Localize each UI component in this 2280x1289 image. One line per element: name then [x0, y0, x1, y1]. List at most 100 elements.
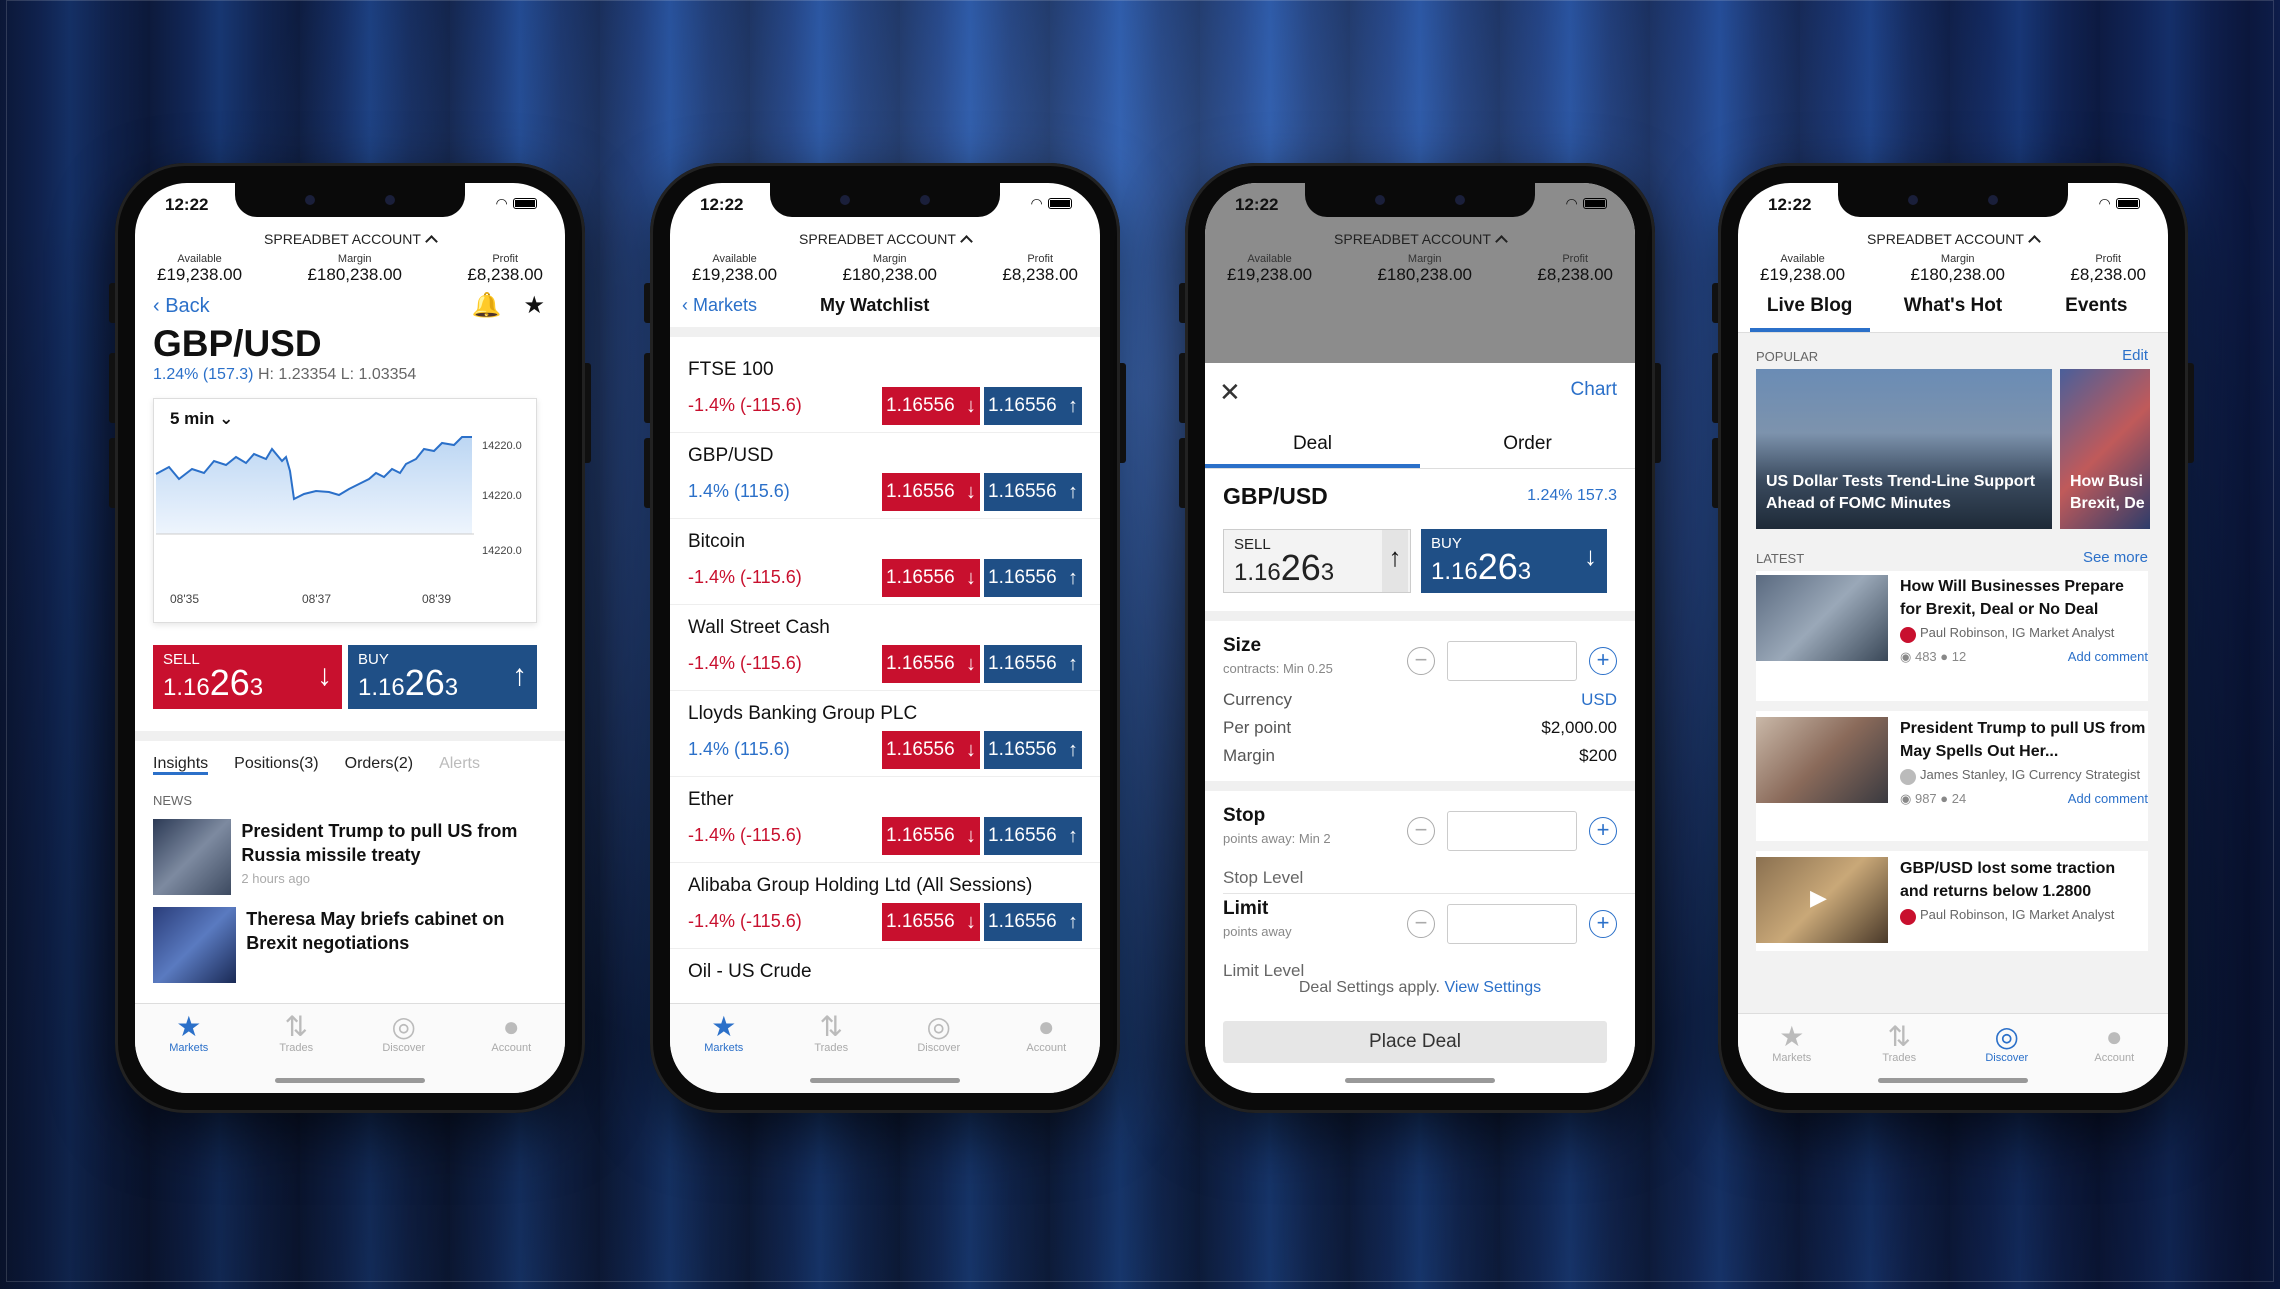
size-input[interactable]	[1447, 641, 1577, 681]
account-stats: Available £19,238.00 Margin £180,238.00 Pr…	[1738, 253, 2168, 285]
see-more-link[interactable]: See more	[2083, 549, 2148, 566]
sell-button[interactable]: SELL 1.16263 ↑	[1223, 529, 1411, 593]
watchlist-row[interactable]: Wall Street Cash -1.4% (-115.6) 1.16556 ↓ 1.…	[670, 605, 1100, 691]
bell-icon[interactable]: 🔔	[472, 291, 502, 320]
minus-icon[interactable]: −	[1407, 910, 1435, 938]
user-icon: ●	[2105, 1021, 2123, 1052]
phone-watchlist: 12:22 ◠ SPREADBET ACCOUNT Available £19,2…	[644, 163, 1126, 1113]
watchlist-row[interactable]: GBP/USD 1.4% (115.6) 1.16556 ↓ 1.16556 ↑	[670, 433, 1100, 519]
buy-button[interactable]: BUY 1.16263 ↑	[348, 645, 537, 709]
segment-deal[interactable]: Deal	[1205, 419, 1420, 468]
popular-carousel[interactable]: US Dollar Tests Trend-Line Support Ahead…	[1756, 369, 2150, 529]
tab-insights[interactable]: Insights	[153, 755, 209, 775]
buy-price-button[interactable]: 1.16556 ↑	[984, 645, 1082, 683]
home-indicator	[1878, 1078, 2028, 1083]
buy-price-button[interactable]: 1.16556 ↑	[984, 387, 1082, 425]
latest-item[interactable]: How Will Businesses Prepare for Brexit, …	[1756, 571, 2148, 701]
card-title: US Dollar Tests Trend-Line Support Ahead…	[1766, 473, 2036, 512]
close-icon[interactable]: ✕	[1219, 377, 1241, 408]
sell-price-button[interactable]: 1.16556 ↓	[882, 559, 980, 597]
edit-link[interactable]: Edit	[2122, 347, 2148, 364]
market-name: GBP/USD	[1223, 483, 1328, 509]
buy-price-button[interactable]: 1.16556 ↑	[984, 903, 1082, 941]
currency-value[interactable]: USD	[1581, 690, 1617, 710]
buy-price-button[interactable]: 1.16556 ↑	[984, 473, 1082, 511]
tab-account[interactable]: ● Account	[471, 1012, 551, 1093]
account-selector[interactable]: SPREADBET ACCOUNT	[1205, 231, 1635, 248]
sell-price-button[interactable]: 1.16556 ↓	[882, 903, 980, 941]
tab-markets[interactable]: ★ Markets	[149, 1012, 229, 1093]
latest-item[interactable]: ▶ GBP/USD lost some traction and returns…	[1756, 851, 2148, 951]
watchlist-row[interactable]: Bitcoin -1.4% (-115.6) 1.16556 ↓ 1.16556 ↑	[670, 519, 1100, 605]
tab-alerts[interactable]: Alerts	[439, 755, 480, 775]
account-selector[interactable]: SPREADBET ACCOUNT	[670, 231, 1100, 248]
add-comment-link[interactable]: Add comment	[2068, 649, 2148, 665]
buy-price-button[interactable]: 1.16556 ↑	[984, 817, 1082, 855]
discover-content: POPULAR Edit US Dollar Tests Trend-Line …	[1738, 333, 2168, 1033]
tab-account[interactable]: ● Account	[1006, 1012, 1086, 1093]
screen: 12:22 ◠ SPREADBET ACCOUNT Available £19,2…	[1205, 183, 1635, 1093]
profit-value: £8,238.00	[467, 265, 543, 284]
stop-input[interactable]	[1447, 811, 1577, 851]
watchlist-row[interactable]: Lloyds Banking Group PLC 1.4% (115.6) 1.16…	[670, 691, 1100, 777]
tab-label: Trades	[814, 1042, 849, 1054]
news-item[interactable]: President Trump to pull US from Russia m…	[153, 819, 547, 899]
place-deal-button[interactable]: Place Deal	[1223, 1021, 1607, 1063]
limit-input[interactable]	[1447, 904, 1577, 944]
back-button[interactable]: ‹ Back	[153, 295, 210, 318]
market-name: Lloyds Banking Group PLC	[688, 703, 918, 724]
plus-icon[interactable]: +	[1589, 647, 1617, 675]
eye-icon: ◉	[1900, 791, 1912, 806]
add-comment-link[interactable]: Add comment	[2068, 791, 2148, 807]
sell-price: 1.16556	[886, 911, 955, 932]
tab-account[interactable]: ● Account	[2074, 1022, 2154, 1093]
star-icon[interactable]: ★	[523, 291, 545, 320]
latest-item[interactable]: President Trump to pull US from May Spel…	[1756, 711, 2148, 841]
account-stats: Available £19,238.00 Margin £180,238.00 Pr…	[1205, 253, 1635, 285]
sell-button[interactable]: SELL 1.16263 ↓	[153, 645, 342, 709]
minus-icon[interactable]: −	[1407, 817, 1435, 845]
news-item[interactable]: Theresa May briefs cabinet on Brexit neg…	[153, 907, 547, 987]
price-chart[interactable]: 5 min ⌄ 14220.0 14220.0 14220.0 08'35 08…	[153, 398, 537, 623]
watchlist-row[interactable]: FTSE 100 -1.4% (-115.6) 1.16556 ↓ 1.16556 ↑	[670, 347, 1100, 433]
segment-order[interactable]: Order	[1420, 419, 1635, 468]
sell-price-button[interactable]: 1.16556 ↓	[882, 731, 980, 769]
account-selector[interactable]: SPREADBET ACCOUNT	[135, 231, 565, 248]
y-tick: 14220.0	[482, 440, 522, 452]
tab-markets[interactable]: ★ Markets	[684, 1012, 764, 1093]
watchlist-row[interactable]: Alibaba Group Holding Ltd (All Sessions)…	[670, 863, 1100, 949]
watchlist-row[interactable]: Ether -1.4% (-115.6) 1.16556 ↓ 1.16556 ↑	[670, 777, 1100, 863]
view-settings-link[interactable]: View Settings	[1444, 979, 1541, 996]
buy-price: 1.16556	[988, 739, 1057, 760]
plus-icon[interactable]: +	[1589, 910, 1617, 938]
popular-card[interactable]: US Dollar Tests Trend-Line Support Ahead…	[1756, 369, 2052, 529]
chart-svg: 14220.0 14220.0 14220.0 08'35 08'37 08'3…	[155, 436, 522, 606]
arrow-down-icon: ↓	[317, 659, 332, 692]
sell-price-button[interactable]: 1.16556 ↓	[882, 645, 980, 683]
sell-price-button[interactable]: 1.16556 ↓	[882, 817, 980, 855]
phone-deal-ticket: 12:22 ◠ SPREADBET ACCOUNT Available £19,2…	[1179, 163, 1661, 1113]
margin-label: Margin	[1940, 253, 1975, 265]
tab-whats-hot[interactable]: What's Hot	[1893, 287, 2013, 332]
back-button[interactable]: ‹ Markets	[682, 295, 757, 316]
tab-orders[interactable]: Orders(2)	[345, 755, 413, 775]
profit-label: Profit	[1027, 253, 1054, 265]
instrument-tabs: Insights Positions(3) Orders(2) Alerts	[135, 731, 565, 775]
sell-price-button[interactable]: 1.16556 ↓	[882, 473, 980, 511]
tab-markets[interactable]: ★ Markets	[1752, 1022, 1832, 1093]
tab-live-blog[interactable]: Live Blog	[1749, 287, 1870, 332]
chart-link[interactable]: Chart	[1571, 379, 1617, 401]
news-meta: 2 hours ago	[241, 871, 311, 886]
buy-price-button[interactable]: 1.16556 ↑	[984, 559, 1082, 597]
popular-card[interactable]: How Busi Brexit, De	[2060, 369, 2150, 529]
tab-events[interactable]: Events	[2036, 287, 2156, 332]
arrow-down-icon: ↓	[966, 825, 976, 847]
buy-price-button[interactable]: 1.16556 ↑	[984, 731, 1082, 769]
sell-price-button[interactable]: 1.16556 ↓	[882, 387, 980, 425]
account-selector[interactable]: SPREADBET ACCOUNT	[1738, 231, 2168, 248]
buy-button[interactable]: BUY 1.16263 ↓	[1421, 529, 1607, 593]
tab-positions[interactable]: Positions(3)	[234, 755, 318, 775]
minus-icon[interactable]: −	[1407, 647, 1435, 675]
plus-icon[interactable]: +	[1589, 817, 1617, 845]
back-label: Back	[165, 295, 210, 317]
